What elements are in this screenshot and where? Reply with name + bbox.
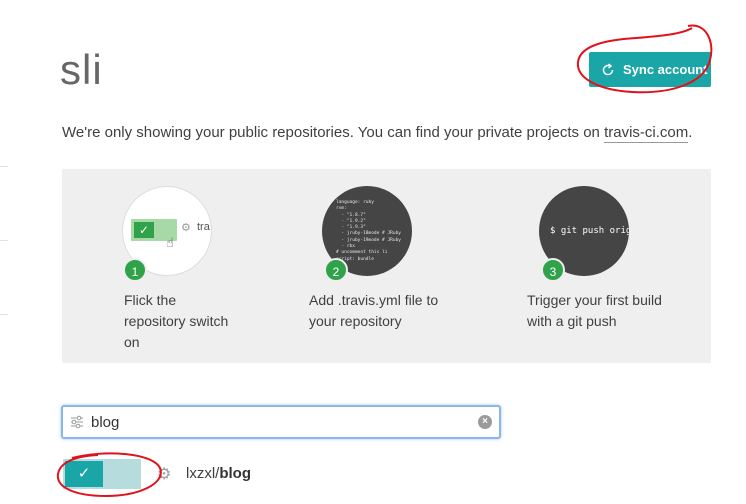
- gear-icon: ⚙: [181, 222, 191, 234]
- gear-icon[interactable]: ⚙: [157, 464, 171, 484]
- repo-link[interactable]: lxzxl/blog: [186, 465, 251, 482]
- repo-name-fragment: tra: [197, 221, 210, 233]
- step-3-number: 3: [541, 258, 565, 282]
- page-title: sli: [60, 46, 103, 93]
- pointer-hand-icon: ☝: [166, 235, 174, 250]
- step-1-number: 1: [123, 258, 147, 282]
- repo-search-box[interactable]: ×: [61, 405, 501, 439]
- step-2-number: 2: [324, 258, 348, 282]
- repo-search-input[interactable]: [91, 412, 471, 432]
- clear-icon[interactable]: ×: [478, 415, 492, 429]
- check-icon: ✓: [65, 461, 103, 487]
- tick: [0, 240, 8, 241]
- check-icon: ✓: [134, 222, 154, 238]
- getting-started-panel: ✓ ⚙ tra ☝ language: ruby rvm: - "1.8.7" …: [62, 169, 711, 363]
- filter-icon: [71, 415, 83, 429]
- sync-icon: [602, 62, 614, 75]
- sync-account-button[interactable]: Sync account: [589, 52, 711, 87]
- sync-account-label: Sync account: [623, 62, 708, 77]
- repo-toggle-switch[interactable]: ✓: [63, 459, 141, 489]
- tick: [0, 314, 8, 315]
- travis-yml-snippet: language: ruby rvm: - "1.8.7" - "1.9.2" …: [336, 200, 402, 262]
- step-2-description: Add .travis.yml file to your repository: [309, 292, 439, 329]
- step-1-description: Flick the repository switch on: [124, 292, 229, 350]
- git-push-snippet: $ git push origin: [550, 226, 629, 236]
- public-repos-notice: We're only showing your public repositor…: [62, 124, 693, 143]
- tick: [0, 166, 8, 167]
- travis-ci-com-link[interactable]: travis-ci.com: [604, 124, 689, 143]
- step-3-description: Trigger your first build with a git push: [527, 292, 662, 329]
